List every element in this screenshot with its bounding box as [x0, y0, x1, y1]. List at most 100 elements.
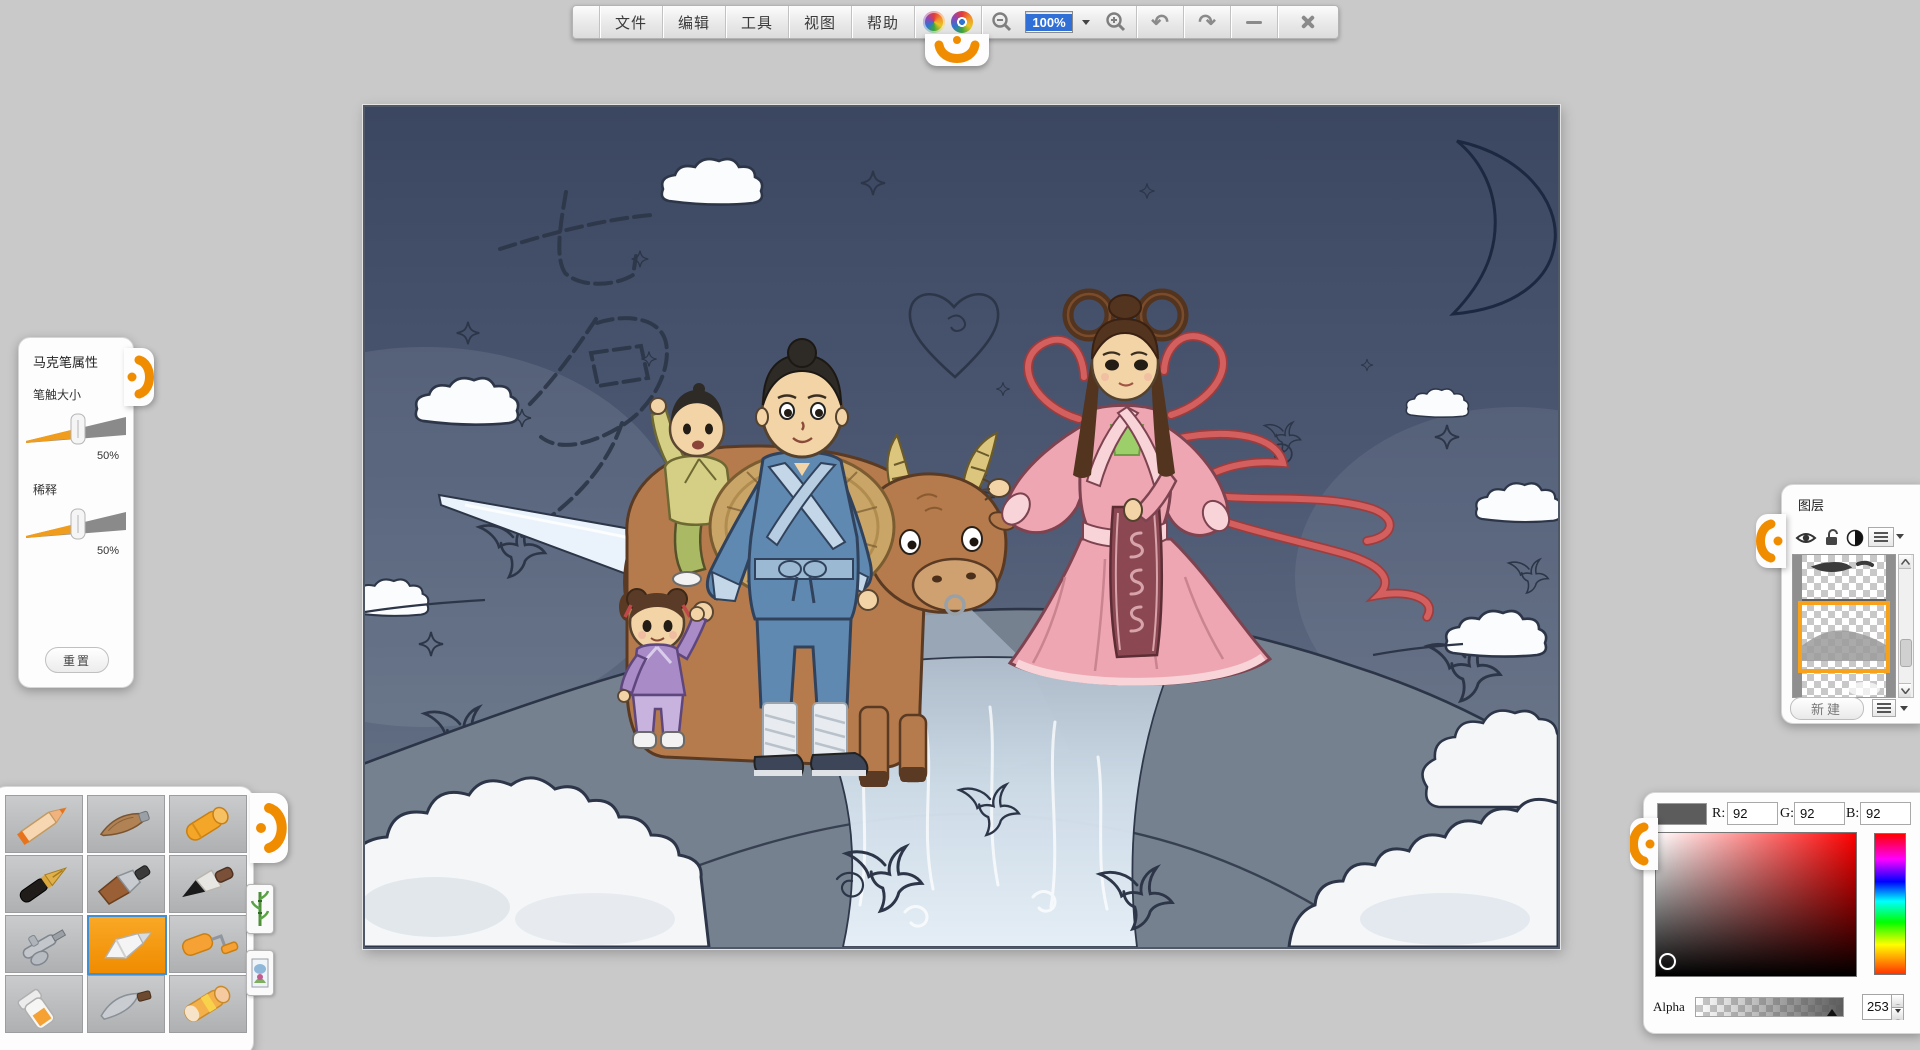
alpha-label: Alpha	[1653, 999, 1685, 1014]
alpha-marker[interactable]	[1827, 1009, 1837, 1016]
orange-handle-icon	[127, 355, 154, 399]
b-label: B:	[1846, 806, 1860, 821]
chevron-down-icon	[1082, 19, 1090, 25]
zoom-level-value: 100%	[1026, 13, 1072, 31]
tool-flat-brush[interactable]	[87, 855, 165, 913]
zoom-in-button[interactable]	[1096, 6, 1136, 38]
brush-size-slider[interactable]	[24, 410, 130, 446]
menu-view[interactable]: 视图	[788, 6, 851, 38]
rainbow-globe-icon[interactable]	[951, 11, 973, 33]
unlock-icon	[1826, 529, 1838, 545]
tool-ink-brush[interactable]	[169, 855, 247, 913]
layers-panel-handle[interactable]	[1756, 514, 1786, 568]
tool-colored-pencil[interactable]	[5, 795, 83, 853]
dilute-value: 50%	[96, 545, 119, 557]
redo-button[interactable]: ↷	[1183, 6, 1230, 38]
layer-item-partial[interactable]	[1802, 673, 1886, 697]
tool-oil-pastel[interactable]	[169, 975, 247, 1033]
layers-title: 图层	[1798, 498, 1825, 513]
layer-item-color-selected[interactable]	[1798, 601, 1892, 673]
tool-palette-handle[interactable]	[250, 793, 288, 863]
undo-icon: ↶	[1151, 10, 1169, 34]
layer-blend-button[interactable]	[1846, 529, 1864, 552]
zoom-in-icon	[1106, 12, 1126, 32]
scroll-up-button[interactable]	[1899, 555, 1911, 569]
tool-paint-roller[interactable]	[169, 915, 247, 973]
menu-edit[interactable]: 编辑	[662, 6, 725, 38]
orange-handle-icon	[1756, 519, 1783, 563]
close-button[interactable]	[1277, 6, 1338, 38]
picture-stamp-button[interactable]	[246, 950, 274, 996]
undo-button[interactable]: ↶	[1136, 6, 1183, 38]
reset-button[interactable]: 重置	[45, 647, 109, 673]
brush-size-value: 50%	[96, 450, 119, 462]
app-window: { "toolbar": { "menus": ["文件", "编辑", "工具…	[0, 0, 1920, 1050]
g-input[interactable]: 92	[1794, 802, 1845, 825]
tool-palette-panel	[0, 786, 254, 1050]
marker-panel-handle[interactable]	[124, 348, 154, 406]
b-input[interactable]: 92	[1860, 802, 1911, 825]
tool-palette-knife[interactable]	[87, 975, 165, 1033]
contrast-icon	[1846, 529, 1864, 547]
layer-menu-button[interactable]	[1868, 527, 1894, 547]
layer-item-sketch[interactable]	[1802, 555, 1886, 601]
layer-options-button[interactable]	[1872, 699, 1896, 717]
close-icon	[1299, 13, 1317, 31]
toolbar-grip	[573, 6, 599, 38]
alpha-slider[interactable]	[1695, 997, 1844, 1017]
panel-title: 马克笔属性	[33, 355, 99, 370]
zoom-dropdown-button[interactable]	[1076, 6, 1096, 38]
tool-airbrush[interactable]	[5, 915, 83, 973]
menu-help[interactable]: 帮助	[851, 6, 914, 38]
chevron-down-icon	[1896, 534, 1904, 539]
layer-scrollbar[interactable]	[1898, 554, 1914, 698]
saturation-value-square[interactable]	[1655, 832, 1857, 977]
layer-menu-dropdown[interactable]	[1896, 534, 1904, 539]
color-picker-handle[interactable]	[1629, 818, 1658, 870]
toolbar-handle[interactable]	[925, 34, 989, 66]
minimize-button[interactable]	[1230, 6, 1277, 38]
layer-list	[1792, 554, 1896, 698]
menu-tools[interactable]: 工具	[725, 6, 788, 38]
drawing-canvas[interactable]: 七夕	[363, 105, 1560, 949]
orange-handle-icon	[256, 803, 287, 853]
orange-handle-icon	[1629, 822, 1655, 866]
alpha-value: 253	[1867, 999, 1889, 1014]
current-color-swatch	[1657, 803, 1707, 825]
scroll-down-button[interactable]	[1899, 683, 1911, 697]
layer-options-dropdown[interactable]	[1900, 706, 1908, 711]
chevron-down-icon	[1900, 706, 1908, 711]
r-input[interactable]: 92	[1727, 802, 1778, 825]
r-label: R:	[1712, 806, 1726, 821]
tool-marker[interactable]	[87, 915, 167, 975]
qixi-artwork: 七夕	[365, 107, 1558, 947]
zoom-level-field[interactable]: 100%	[1022, 6, 1076, 38]
hue-bar[interactable]	[1874, 833, 1906, 975]
tool-crayon[interactable]	[169, 795, 247, 853]
g-label: G:	[1780, 806, 1794, 821]
eye-icon	[1795, 533, 1817, 543]
menu-file[interactable]: 文件	[599, 6, 662, 38]
alpha-spinner	[1891, 995, 1903, 1020]
zoom-out-icon	[992, 12, 1012, 32]
layer-visibility-button[interactable]	[1795, 529, 1817, 552]
new-layer-button[interactable]: 新建	[1790, 697, 1864, 720]
tool-paint-jar[interactable]	[5, 975, 83, 1033]
minimize-icon	[1246, 20, 1262, 24]
bamboo-stamp-button[interactable]	[246, 884, 274, 934]
layers-panel: 图层 新建	[1781, 484, 1920, 724]
layer-lock-button[interactable]	[1823, 529, 1841, 552]
spin-down-button[interactable]	[1892, 1008, 1903, 1020]
orange-handle-icon	[934, 36, 980, 63]
scrollbar-thumb[interactable]	[1900, 639, 1912, 667]
sv-marker[interactable]	[1659, 953, 1676, 970]
dilute-slider[interactable]	[24, 505, 130, 541]
brush-size-label: 笔触大小	[33, 388, 82, 402]
rainbow-logo-icon[interactable]	[923, 11, 945, 33]
color-picker-panel: R: 92 G: 92 B: 92 Alpha 253	[1643, 792, 1920, 1034]
alpha-value-box[interactable]: 253	[1862, 994, 1904, 1020]
tool-wood-pencil[interactable]	[87, 795, 165, 853]
tool-fountain-pen[interactable]	[5, 855, 83, 913]
spin-up-button[interactable]	[1892, 995, 1903, 1008]
redo-icon: ↷	[1198, 10, 1216, 34]
